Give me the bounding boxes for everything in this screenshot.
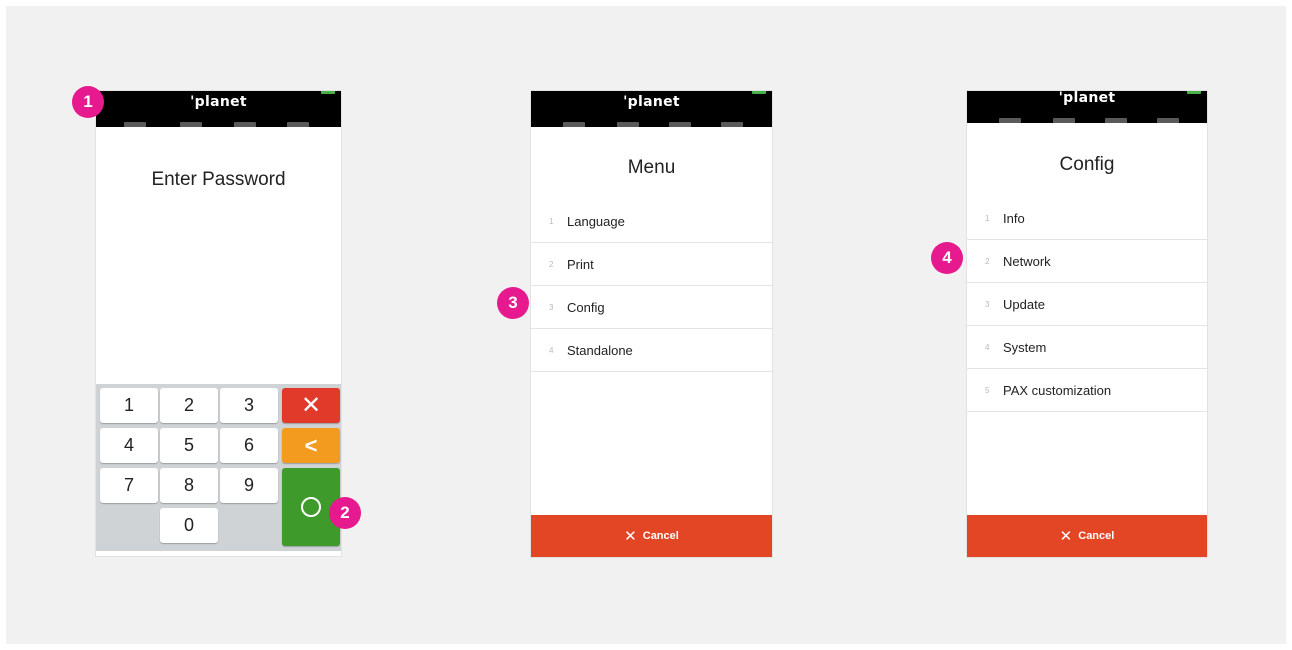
- menu-item-system[interactable]: 4 System: [967, 326, 1207, 369]
- keypad: 1 2 3 ✕ 4 5 6 < 7 8 9 0: [96, 384, 341, 551]
- circle-icon: [301, 497, 321, 517]
- item-number: 3: [985, 299, 990, 309]
- cancel-button[interactable]: ✕ Cancel: [531, 515, 772, 557]
- key-5[interactable]: 5: [160, 428, 218, 463]
- canvas: 'planet Enter Password 1 2 3 ✕ 4 5 6 < 7…: [6, 6, 1286, 644]
- planet-logo: 'planet: [623, 94, 680, 110]
- item-number: 4: [549, 345, 554, 355]
- key-4[interactable]: 4: [100, 428, 158, 463]
- step-badge-3: 3: [497, 287, 529, 319]
- item-number: 4: [985, 342, 990, 352]
- page-title: Enter Password: [151, 169, 286, 190]
- page-title: Config: [1059, 154, 1115, 175]
- menu-item-config[interactable]: 3 Config: [531, 286, 772, 329]
- step-badge-2: 2: [329, 497, 361, 529]
- item-number: 3: [549, 302, 554, 312]
- item-label: Network: [1003, 253, 1051, 269]
- password-screen: 'planet Enter Password 1 2 3 ✕ 4 5 6 < 7…: [95, 90, 342, 557]
- menu-list: 1 Info 2 Network 3 Update 4 System 5 PAX…: [967, 197, 1207, 412]
- battery-icon: [752, 91, 766, 94]
- key-0[interactable]: 0: [160, 508, 218, 543]
- key-2[interactable]: 2: [160, 388, 218, 423]
- key-7[interactable]: 7: [100, 468, 158, 503]
- step-badge-1: 1: [72, 86, 104, 118]
- cancel-label: Cancel: [1078, 530, 1115, 542]
- item-label: Language: [567, 213, 625, 229]
- page-title: Menu: [627, 157, 676, 178]
- cancel-button[interactable]: ✕ Cancel: [967, 515, 1207, 557]
- item-label: Update: [1003, 296, 1045, 312]
- header-tabs: [967, 118, 1207, 123]
- status-header: 'planet: [531, 91, 772, 127]
- status-header: 'planet: [967, 91, 1207, 123]
- item-label: Config: [567, 299, 605, 315]
- menu-item-language[interactable]: 1 Language: [531, 200, 772, 243]
- key-1[interactable]: 1: [100, 388, 158, 423]
- close-icon: ✕: [1059, 528, 1073, 545]
- item-label: PAX customization: [1003, 382, 1112, 398]
- config-screen: 'planet Config 1 Info 2 Network 3 Update…: [966, 90, 1208, 558]
- cancel-label: Cancel: [642, 530, 679, 542]
- step-badge-4: 4: [931, 242, 963, 274]
- battery-icon: [321, 91, 335, 94]
- item-label: Print: [567, 256, 594, 272]
- chevron-left-icon: <: [304, 432, 318, 458]
- header-tabs: [531, 122, 772, 127]
- menu-item-standalone[interactable]: 4 Standalone: [531, 329, 772, 372]
- battery-icon: [1187, 91, 1201, 94]
- planet-logo: 'planet: [1058, 90, 1116, 106]
- close-icon: ✕: [624, 528, 637, 545]
- header-tabs: [96, 122, 341, 127]
- status-header: 'planet: [96, 91, 341, 127]
- backspace-key[interactable]: <: [282, 428, 340, 463]
- close-icon: ✕: [300, 392, 322, 419]
- item-number: 1: [985, 213, 990, 223]
- planet-logo: 'planet: [190, 94, 247, 110]
- item-label: Info: [1003, 210, 1025, 226]
- menu-item-update[interactable]: 3 Update: [967, 283, 1207, 326]
- menu-list: 1 Language 2 Print 3 Config 4 Standalone: [531, 200, 772, 372]
- key-9[interactable]: 9: [220, 468, 278, 503]
- menu-item-network[interactable]: 2 Network: [967, 240, 1207, 283]
- item-number: 1: [549, 216, 554, 226]
- cancel-key[interactable]: ✕: [282, 388, 340, 423]
- menu-screen: 'planet Menu 1 Language 2 Print 3 Config…: [530, 90, 773, 558]
- key-3[interactable]: 3: [220, 388, 278, 423]
- menu-item-print[interactable]: 2 Print: [531, 243, 772, 286]
- key-8[interactable]: 8: [160, 468, 218, 503]
- item-number: 2: [985, 256, 990, 266]
- item-number: 2: [549, 259, 554, 269]
- menu-item-pax-customization[interactable]: 5 PAX customization: [967, 369, 1207, 412]
- key-6[interactable]: 6: [220, 428, 278, 463]
- item-label: System: [1003, 339, 1047, 355]
- item-label: Standalone: [567, 342, 633, 358]
- item-number: 5: [985, 385, 990, 395]
- menu-item-info[interactable]: 1 Info: [967, 197, 1207, 240]
